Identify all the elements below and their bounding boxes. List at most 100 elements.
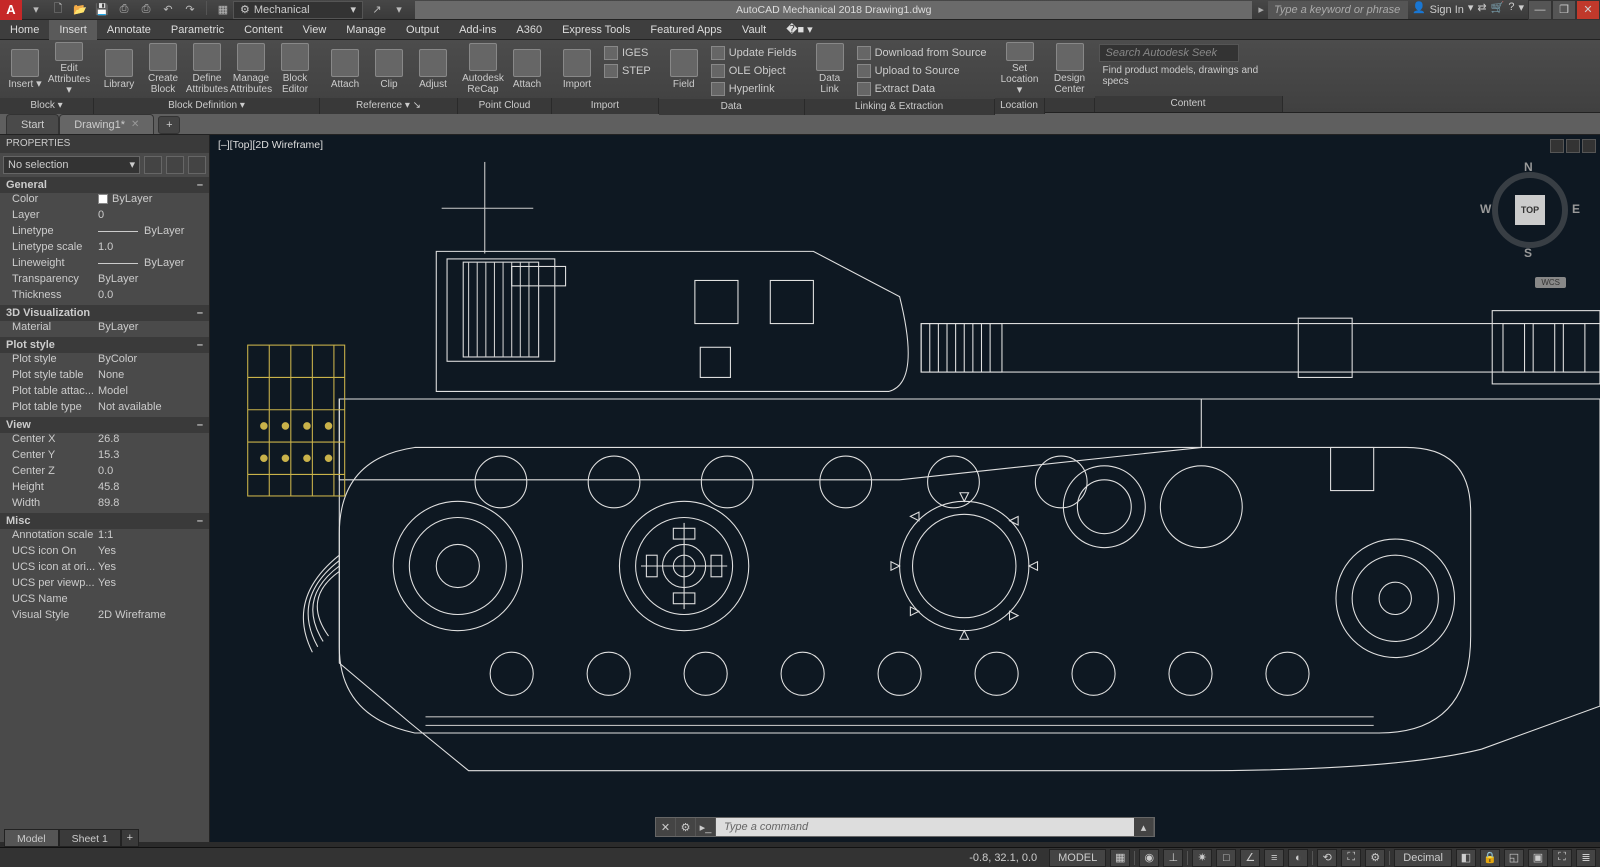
property-value[interactable]: 2D Wireframe xyxy=(98,609,203,625)
ribbon-button[interactable]: AutodeskReCap xyxy=(462,42,504,96)
help-dd-icon[interactable]: ▾ xyxy=(1518,1,1524,19)
cmd-close-icon[interactable]: ✕ xyxy=(656,818,676,836)
plot-icon[interactable]: ⎙ xyxy=(136,1,156,19)
property-value[interactable]: ByLayer xyxy=(98,257,203,273)
otrack-icon[interactable]: ∠ xyxy=(1240,849,1260,867)
property-row[interactable]: TransparencyByLayer xyxy=(0,273,209,289)
doc-tab-close-icon[interactable]: ✕ xyxy=(131,115,139,135)
ribbon-small-button[interactable]: OLE Object xyxy=(707,62,801,79)
transparency-icon[interactable]: ◐ xyxy=(1288,849,1308,867)
property-value[interactable]: ByLayer xyxy=(98,225,203,241)
seek-search[interactable]: Search Autodesk Seek xyxy=(1099,44,1239,62)
ortho-icon[interactable]: ⊥ xyxy=(1163,849,1183,867)
property-value[interactable]: Yes xyxy=(98,561,203,577)
ribbon-panel-label[interactable]: Import xyxy=(552,98,659,114)
doc-tab[interactable]: Drawing1*✕ xyxy=(59,114,154,134)
customize-status-icon[interactable]: ≣ xyxy=(1576,849,1596,867)
add-doc-tab[interactable]: + xyxy=(158,116,180,134)
property-category[interactable]: Plot style– xyxy=(0,337,209,353)
polar-icon[interactable]: ✷ xyxy=(1192,849,1212,867)
drawing-viewport[interactable]: [–][Top][2D Wireframe] xyxy=(210,135,1600,842)
property-value[interactable]: ByLayer xyxy=(98,193,203,209)
add-layout-tab[interactable]: + xyxy=(121,829,139,847)
ribbon-small-button[interactable]: IGES xyxy=(600,44,655,61)
ribbon-tab-a360[interactable]: A360 xyxy=(506,20,552,40)
grid-icon[interactable]: ▦ xyxy=(1110,849,1130,867)
viewcube-e[interactable]: E xyxy=(1572,202,1580,216)
property-row[interactable]: Visual Style2D Wireframe xyxy=(0,609,209,625)
ribbon-panel-label[interactable]: Block Definition ▾ xyxy=(94,98,320,114)
viewcube-top[interactable]: TOP xyxy=(1515,195,1545,225)
ribbon-button[interactable]: EditAttributes ▾ xyxy=(48,42,90,96)
property-row[interactable]: Layer0 xyxy=(0,209,209,225)
cleanscreen-icon[interactable]: ⛶ xyxy=(1552,849,1572,867)
property-value[interactable]: 1.0 xyxy=(98,241,203,257)
help-icon[interactable]: ? xyxy=(1508,1,1514,19)
property-value[interactable]: None xyxy=(98,369,203,385)
property-category[interactable]: General– xyxy=(0,177,209,193)
ribbon-button[interactable]: ManageAttributes xyxy=(230,42,272,96)
undo-icon[interactable]: ↶ xyxy=(158,1,178,19)
share-icon[interactable]: ↗ xyxy=(367,1,387,19)
wcs-badge[interactable]: WCS xyxy=(1535,277,1566,288)
ribbon-button[interactable]: CreateBlock xyxy=(142,42,184,96)
property-row[interactable]: Linetype scale1.0 xyxy=(0,241,209,257)
property-value[interactable]: 1:1 xyxy=(98,529,203,545)
property-row[interactable]: Annotation scale1:1 xyxy=(0,529,209,545)
ribbon-tab-insert[interactable]: Insert xyxy=(49,20,97,40)
saveas-icon[interactable]: ⎙ xyxy=(114,1,134,19)
minimize-button[interactable]: — xyxy=(1528,0,1552,20)
ribbon-panel-label[interactable]: Data xyxy=(659,99,805,115)
property-value[interactable] xyxy=(98,593,203,609)
ribbon-panel-label[interactable]: Location xyxy=(995,98,1045,114)
lockui-icon[interactable]: 🔒 xyxy=(1480,849,1500,867)
space-toggle[interactable]: MODEL xyxy=(1049,849,1106,867)
workspace-selector[interactable]: ⚙ Mechanical ▾ xyxy=(233,1,363,19)
property-row[interactable]: Plot style tableNone xyxy=(0,369,209,385)
property-row[interactable]: Thickness0.0 xyxy=(0,289,209,305)
quick-select-icon[interactable] xyxy=(144,156,162,174)
ribbon-tab-home[interactable]: Home xyxy=(0,20,49,40)
drawing-canvas[interactable] xyxy=(210,135,1600,842)
signin-dd-icon[interactable]: ▾ xyxy=(1468,1,1474,19)
property-row[interactable]: UCS Name xyxy=(0,593,209,609)
ribbon-button[interactable]: Library xyxy=(98,42,140,96)
hardware-icon[interactable]: ▣ xyxy=(1528,849,1548,867)
ribbon-button[interactable]: Adjust xyxy=(412,42,454,96)
search-chevron-icon[interactable]: ▸ xyxy=(1258,3,1264,16)
viewcube[interactable]: N S E W TOP xyxy=(1480,160,1580,260)
ribbon-button[interactable]: DataLink xyxy=(809,42,851,96)
ribbon-button[interactable]: Import xyxy=(556,42,598,96)
layout-tab[interactable]: Model xyxy=(4,829,59,847)
ribbon-button[interactable]: DefineAttributes xyxy=(186,42,228,96)
redo-icon[interactable]: ↷ xyxy=(180,1,200,19)
property-value[interactable]: 26.8 xyxy=(98,433,203,449)
property-row[interactable]: ColorByLayer xyxy=(0,193,209,209)
viewcube-n[interactable]: N xyxy=(1524,160,1533,174)
units-display[interactable]: Decimal xyxy=(1394,849,1452,867)
property-row[interactable]: Width89.8 xyxy=(0,497,209,513)
ribbon-button[interactable]: BlockEditor xyxy=(274,42,316,96)
isolate-icon[interactable]: ◱ xyxy=(1504,849,1524,867)
ribbon-panel-label[interactable]: Content xyxy=(1095,96,1283,112)
signin-label[interactable]: Sign In xyxy=(1430,1,1464,19)
cycling-icon[interactable]: ⟲ xyxy=(1317,849,1337,867)
close-button[interactable]: ✕ xyxy=(1576,0,1600,20)
property-value[interactable]: ByLayer xyxy=(98,321,203,337)
property-value[interactable]: 0.0 xyxy=(98,465,203,481)
ribbon-tab-express-tools[interactable]: Express Tools xyxy=(552,20,640,40)
select-objects-icon[interactable] xyxy=(166,156,184,174)
property-value[interactable]: 0 xyxy=(98,209,203,225)
app-logo[interactable]: A xyxy=(0,0,22,20)
property-category[interactable]: Misc– xyxy=(0,513,209,529)
ribbon-panel-label[interactable]: Block ▾ xyxy=(0,98,94,114)
ribbon-panel-label[interactable]: Linking & Extraction xyxy=(805,99,995,115)
lineweight-icon[interactable]: ≡ xyxy=(1264,849,1284,867)
property-value[interactable]: ByLayer xyxy=(98,273,203,289)
property-row[interactable]: Plot styleByColor xyxy=(0,353,209,369)
ribbon-tab-add-ins[interactable]: Add-ins xyxy=(449,20,506,40)
ribbon-button[interactable]: Field xyxy=(663,42,705,96)
ribbon-tab-annotate[interactable]: Annotate xyxy=(97,20,161,40)
ribbon-small-button[interactable]: Extract Data xyxy=(853,80,991,97)
cmd-expand-icon[interactable]: ▴ xyxy=(1134,818,1154,836)
